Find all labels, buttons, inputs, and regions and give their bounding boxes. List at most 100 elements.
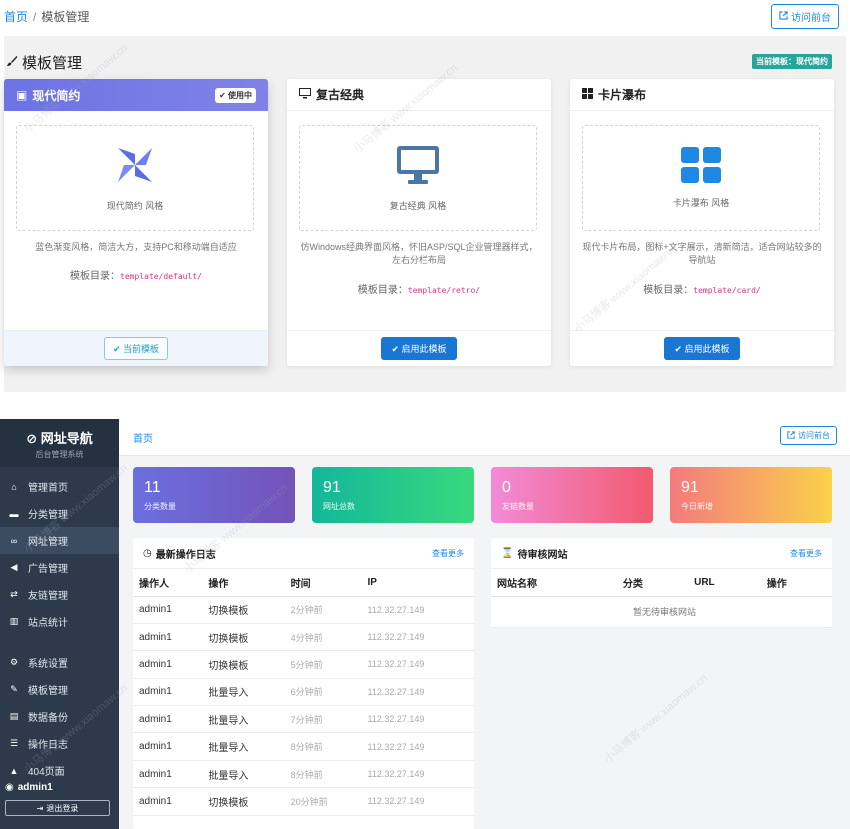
sidebar-item-label: 分类管理 <box>28 510 68 521</box>
template-preview: 复古经典 风格 <box>299 125 537 231</box>
current-user: ◉ admin1 <box>5 782 53 793</box>
sidebar-item-ads[interactable]: ◀ 广告管理 <box>0 554 119 581</box>
template-directory: 模板目录：template/retro/ <box>287 281 551 296</box>
logout-button[interactable]: ⇥ 退出登录 <box>5 800 110 816</box>
stat-value: 91 <box>681 479 699 496</box>
directory-path: template/card/ <box>693 286 761 295</box>
breadcrumb-home[interactable]: 首页 <box>4 10 28 24</box>
column-header: IP <box>361 569 474 597</box>
sidebar-item-categories[interactable]: ▬ 分类管理 <box>0 500 119 527</box>
stat-card-categories: 11 分类数量 <box>133 467 295 523</box>
sidebar-item-templates[interactable]: ✎ 模板管理 <box>0 676 119 703</box>
enable-template-button-label: 启用此模板 <box>401 344 447 354</box>
cell-ip: 112.32.27.149 <box>361 760 474 789</box>
logout-icon: ⇥ <box>36 803 44 813</box>
view-more-link[interactable]: 查看更多 <box>432 548 464 559</box>
brand-subtitle: 后台管理系统 <box>35 450 84 459</box>
current-template-button[interactable]: ✔ 当前模板 <box>103 337 169 360</box>
external-link-icon <box>787 430 795 441</box>
visit-frontend-button[interactable]: 访问前台 <box>780 426 837 445</box>
external-link-icon <box>779 10 788 23</box>
cell-action: 切换模板 <box>202 623 285 652</box>
sidebar-item-404[interactable]: ▲ 404页面 <box>0 757 119 784</box>
visit-frontend-label: 访问前台 <box>791 13 831 24</box>
column-header: 操作人 <box>133 569 203 597</box>
stat-card-friend-links: 0 友链数量 <box>491 467 653 523</box>
admin-dashboard: ⊘ 网址导航 后台管理系统 ⌂ 管理首页 ▬ 分类管理 ∞ 网址管理 ◀ 广告管理 ⇄ 友… <box>0 419 850 829</box>
sidebar-item-logs[interactable]: ☰ 操作日志 <box>0 730 119 757</box>
sidebar-item-backup[interactable]: ▤ 数据备份 <box>0 703 119 730</box>
gear-icon: ⚙ <box>9 657 19 667</box>
stat-card-sites: 91 网址总数 <box>312 467 474 523</box>
cell-user: admin1 <box>133 732 203 761</box>
view-more-link[interactable]: 查看更多 <box>790 548 822 559</box>
cell-time: 8分钟前 <box>284 760 362 789</box>
sidebar-item-label: 站点统计 <box>28 618 68 629</box>
log-table: 操作人 操作 时间 IP admin1 切换模板 2分钟前 112.32.27.149… <box>133 569 474 816</box>
template-card-modern: ▣ 现代简约 ✔ 使用中 现代简约 风格 蓝色渐变风格，简洁大方，支持PC和移动… <box>4 79 268 366</box>
sidebar-item-label: 数据备份 <box>28 713 68 724</box>
cell-time: 6分钟前 <box>284 678 362 707</box>
cell-user: admin1 <box>133 650 203 679</box>
user-name: admin1 <box>17 782 53 793</box>
card-title: 卡片瀑布 <box>598 88 647 102</box>
cell-ip: 112.32.27.149 <box>361 623 474 652</box>
cell-user: admin1 <box>133 678 203 707</box>
enable-template-button[interactable]: ✔ 启用此模板 <box>381 337 457 360</box>
stat-value: 11 <box>144 479 161 496</box>
enable-template-button[interactable]: ✔ 启用此模板 <box>664 337 740 360</box>
cell-ip: 112.32.27.149 <box>361 678 474 707</box>
table-header-row: 网站名称 分类 URL 操作 <box>491 569 832 597</box>
template-description: 仿Windows经典界面风格，怀旧ASP/SQL企业管理器样式，左右分栏布局 <box>300 242 538 265</box>
folder-icon: ▬ <box>9 508 19 519</box>
preview-label: 现代简约 风格 <box>106 201 164 211</box>
table-row: admin1 批量导入 8分钟前 112.32.27.149 <box>133 732 474 761</box>
in-use-badge-text: 使用中 <box>228 90 252 100</box>
sidebar-item-label: 系统设置 <box>28 659 68 670</box>
cell-ip: 112.32.27.149 <box>361 650 474 679</box>
link-icon: ∞ <box>10 535 18 546</box>
breadcrumb-home[interactable]: 首页 <box>133 430 153 445</box>
card-footer: ✔ 启用此模板 <box>570 330 834 366</box>
list-icon: ☰ <box>9 738 19 748</box>
cell-time: 20分钟前 <box>284 787 362 816</box>
directory-path: template/retro/ <box>407 286 481 295</box>
cell-action: 批量导入 <box>202 732 285 761</box>
sidebar-item-settings[interactable]: ⚙ 系统设置 <box>0 649 119 676</box>
current-template-badge: 当前模板：现代简约 <box>752 54 832 69</box>
sidebar-item-links[interactable]: ∞ 网址管理 <box>0 527 119 554</box>
cell-time: 7分钟前 <box>284 705 362 734</box>
visit-frontend-label: 访问前台 <box>798 431 830 440</box>
card-title: 复古经典 <box>316 88 365 102</box>
sidebar-nav: ⌂ 管理首页 ▬ 分类管理 ∞ 网址管理 ◀ 广告管理 ⇄ 友链管理 ▥ 站点统计 ⚙ 系统设… <box>0 467 119 784</box>
operation-log-panel: ◷ 最新操作日志 查看更多 操作人 操作 时间 IP admin1 切换模板 2分钟… <box>133 538 474 829</box>
column-header: 操作 <box>760 569 832 597</box>
table-row: admin1 切换模板 5分钟前 112.32.27.149 <box>133 650 474 679</box>
cell-ip: 112.32.27.149 <box>361 596 474 624</box>
sidebar-item-home[interactable]: ⌂ 管理首页 <box>0 473 119 500</box>
sidebar-item-friend-links[interactable]: ⇄ 友链管理 <box>0 581 119 608</box>
stat-label: 网址总数 <box>323 502 355 511</box>
template-description: 蓝色渐变风格，简洁大方，支持PC和移动端自适应 <box>35 242 237 252</box>
card-icon: ▣ <box>16 88 28 102</box>
database-icon: ▤ <box>9 711 19 721</box>
handshake-icon: ⇄ <box>10 589 18 599</box>
cell-action: 批量导入 <box>202 760 285 789</box>
sidebar-item-label: 网址管理 <box>28 537 68 548</box>
stat-card-today: 91 今日新增 <box>670 467 832 523</box>
sidebar-item-stats[interactable]: ▥ 站点统计 <box>0 608 119 635</box>
stat-label: 友链数量 <box>502 502 534 511</box>
cell-time: 4分钟前 <box>284 623 362 652</box>
visit-frontend-button[interactable]: 访问前台 <box>771 4 839 29</box>
grid-small-icon <box>582 87 593 102</box>
page-title: 模板管理 <box>6 52 82 73</box>
panel-title: 待审核网站 <box>517 549 568 561</box>
directory-label: 模板目录： <box>70 271 121 282</box>
stat-value: 91 <box>323 479 341 496</box>
column-header: 操作 <box>202 569 285 597</box>
cell-user: admin1 <box>133 623 203 652</box>
monitor-small-icon <box>299 87 311 102</box>
brand-title: ⊘ 网址导航 <box>26 431 93 446</box>
in-use-badge: ✔ 使用中 <box>215 87 256 103</box>
breadcrumb-separator: / <box>33 10 37 24</box>
